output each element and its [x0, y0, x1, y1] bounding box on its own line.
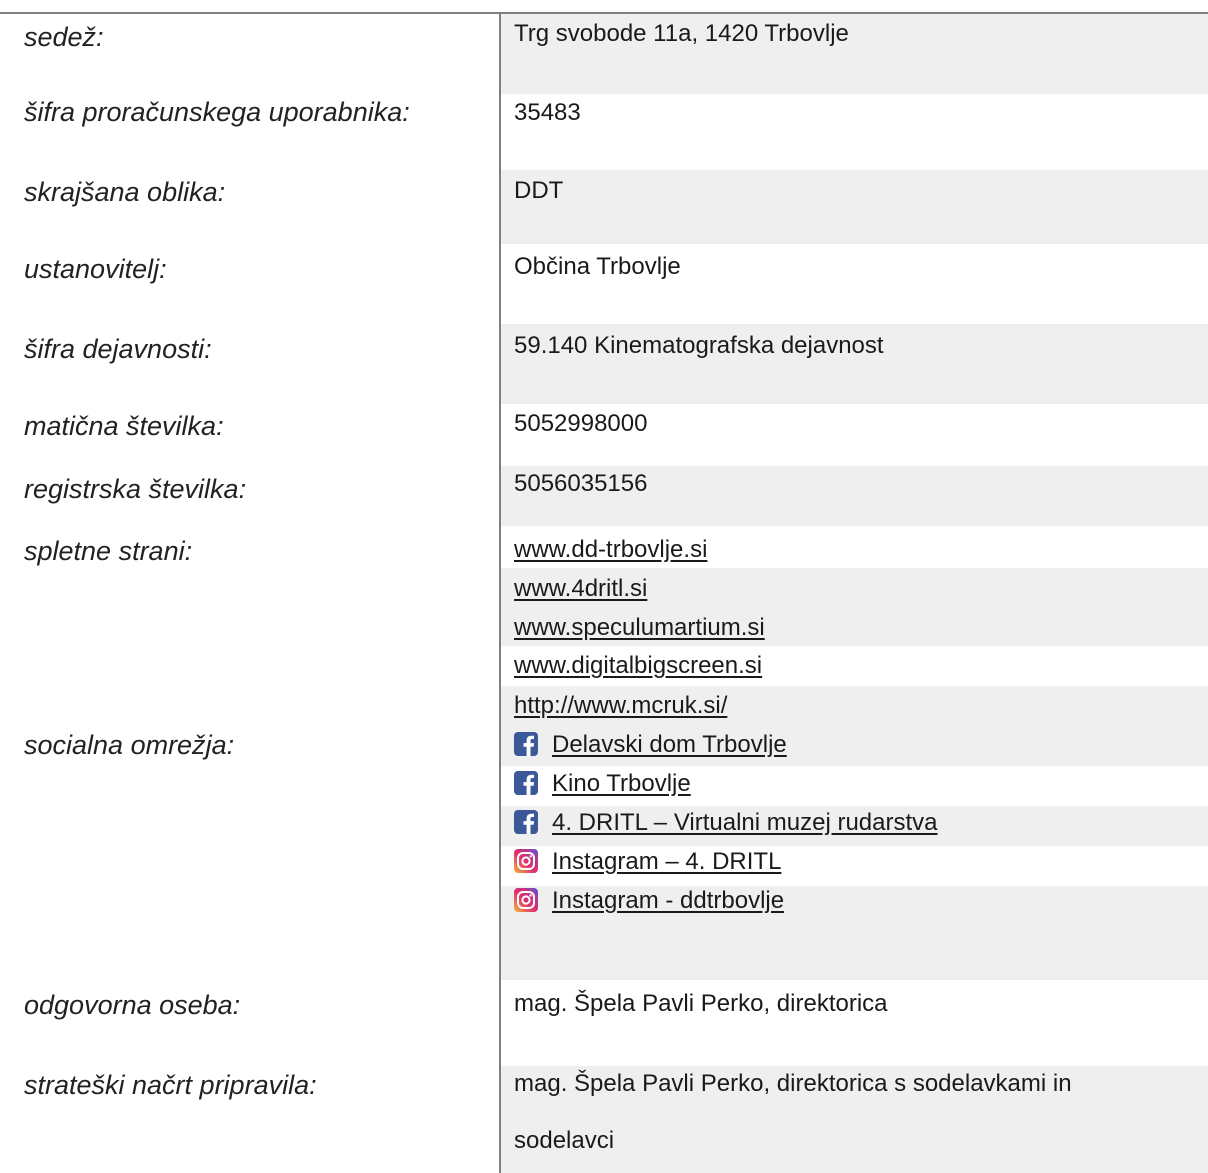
- value-sifra-dejavnosti: 59.140 Kinematografska dejavnost: [514, 332, 884, 359]
- website-link-mcruk[interactable]: http://www.mcruk.si/: [514, 692, 727, 720]
- value-strateski-nacrt-line1: mag. Špela Pavli Perko, direktorica s so…: [514, 1070, 1072, 1097]
- instagram-icon: [514, 888, 538, 912]
- value-sifra-proracunskega-uporabnika: 35483: [514, 99, 581, 126]
- label-ustanovitelj: ustanovitelj:: [24, 254, 167, 284]
- label-maticna-stevilka: matična številka:: [24, 411, 224, 441]
- value-registrska-stevilka: 5056035156: [514, 470, 648, 497]
- value-strateski-nacrt-line2: sodelavci: [514, 1127, 615, 1154]
- label-registrska-stevilka: registrska številka:: [24, 474, 247, 504]
- value-sedez: Trg svobode 11a, 1420 Trbovlje: [514, 20, 849, 47]
- label-spletne-strani: spletne strani:: [24, 536, 193, 566]
- label-sifra-dejavnosti: šifra dejavnosti:: [24, 334, 212, 364]
- social-link-instagram-ddtrbovlje[interactable]: Instagram - ddtrbovlje: [552, 887, 784, 915]
- value-ustanovitelj: Občina Trbovlje: [514, 253, 681, 280]
- facebook-icon: [514, 810, 538, 834]
- value-maticna-stevilka: 5052998000: [514, 410, 648, 437]
- website-link-dd-trbovlje[interactable]: www.dd-trbovlje.si: [514, 536, 707, 564]
- instagram-icon: [514, 849, 538, 873]
- website-link-speculumartium[interactable]: www.speculumartium.si: [514, 614, 765, 642]
- label-sedez: sedež:: [24, 22, 104, 52]
- facebook-icon: [514, 771, 538, 795]
- value-odgovorna-oseba: mag. Špela Pavli Perko, direktorica: [514, 990, 888, 1017]
- social-link-instagram-4-dritl[interactable]: Instagram – 4. DRITL: [552, 848, 781, 876]
- label-skrajsana-oblika: skrajšana oblika:: [24, 177, 226, 207]
- label-sifra-proracunskega-uporabnika: šifra proračunskega uporabnika:: [24, 97, 410, 127]
- label-strateski-nacrt: strateški načrt pripravila:: [24, 1070, 317, 1100]
- info-table: sedež: šifra proračunskega uporabnika: s…: [0, 0, 1208, 1173]
- social-link-kino-trbovlje[interactable]: Kino Trbovlje: [552, 770, 691, 798]
- website-link-digitalbigscreen[interactable]: www.digitalbigscreen.si: [514, 652, 762, 680]
- facebook-icon: [514, 732, 538, 756]
- column-divider: [499, 12, 501, 1173]
- table-top-border: [0, 12, 1208, 14]
- social-link-delavski-dom[interactable]: Delavski dom Trbovlje: [552, 731, 787, 759]
- website-link-4dritl[interactable]: www.4dritl.si: [514, 575, 647, 603]
- social-link-4-dritl[interactable]: 4. DRITL – Virtualni muzej rudarstva: [552, 809, 938, 837]
- label-socialna-omrezja: socialna omrežja:: [24, 730, 235, 760]
- cell-bg-spacer: [501, 928, 1208, 980]
- label-odgovorna-oseba: odgovorna oseba:: [24, 990, 241, 1020]
- cell-bg-skrajsana: [501, 170, 1208, 244]
- value-skrajsana-oblika: DDT: [514, 177, 564, 204]
